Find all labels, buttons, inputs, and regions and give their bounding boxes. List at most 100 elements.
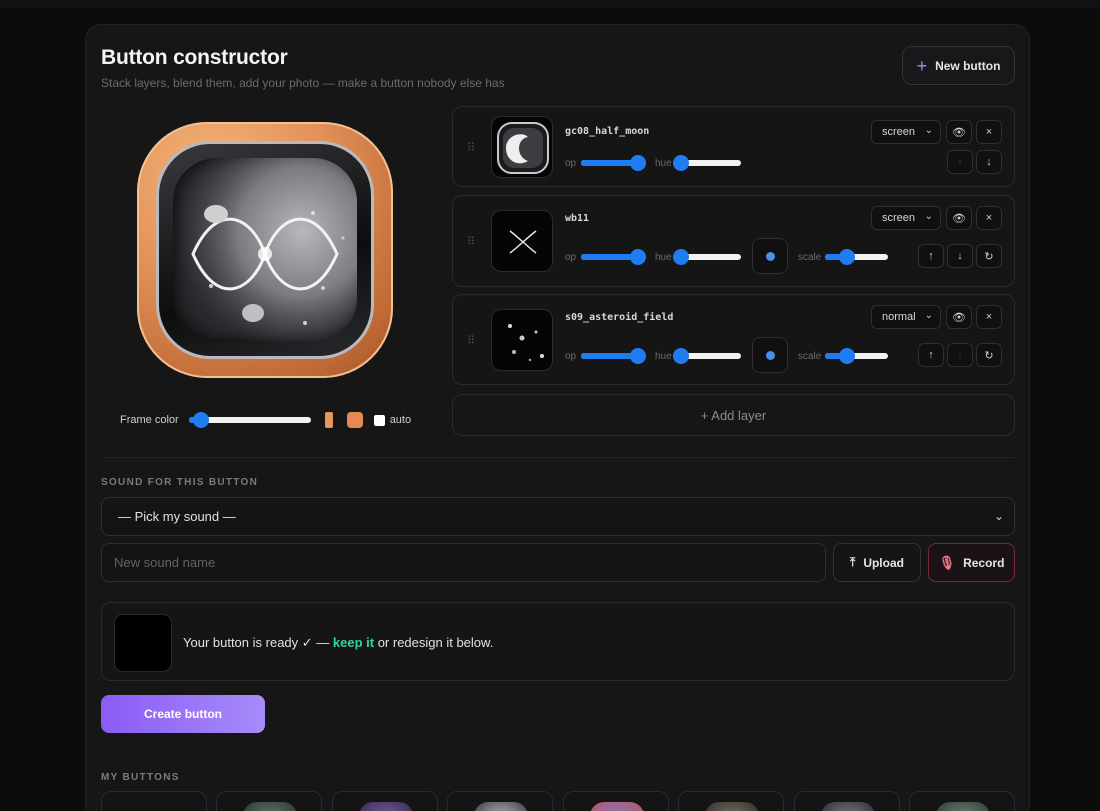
blend-mode-value: screen — [882, 126, 916, 138]
add-layer-button[interactable]: + Add layer — [452, 394, 1015, 436]
create-button[interactable]: Create button — [101, 695, 265, 733]
microphone-icon: 🎙 — [938, 554, 956, 570]
hue-label: hue — [655, 252, 672, 263]
remove-layer-button[interactable]: × — [976, 120, 1002, 144]
move-up-button[interactable]: ↑ — [918, 343, 944, 367]
move-down-button[interactable]: ↓ — [976, 150, 1002, 174]
hue-slider-thumb[interactable] — [673, 155, 690, 171]
saved-button-thumbnail[interactable] — [794, 791, 900, 811]
tint-color-picker[interactable] — [752, 337, 788, 373]
layer-name: s09_asteroid_field — [565, 312, 674, 323]
opacity-slider-thumb[interactable] — [629, 348, 646, 364]
saved-button-thumbnail[interactable] — [216, 791, 322, 811]
saved-button-thumbnail[interactable] — [909, 791, 1015, 811]
sound-name-input[interactable]: New sound name — [101, 543, 826, 582]
hue-slider[interactable] — [673, 155, 741, 171]
chevron-down-icon: ⌄ — [993, 509, 1004, 523]
frame-color-picker[interactable] — [346, 412, 363, 428]
opacity-slider[interactable] — [581, 249, 646, 265]
layer-thumbnail — [491, 309, 553, 371]
opacity-label: op — [565, 252, 577, 263]
sound-name-placeholder: New sound name — [114, 555, 216, 570]
ready-button-thumbnail[interactable] — [114, 614, 172, 672]
reset-layer-button[interactable]: ↻ — [976, 343, 1002, 367]
blend-mode-select[interactable]: normal ⌄ — [871, 305, 941, 329]
saved-button-thumbnail[interactable] — [447, 791, 553, 811]
hue-label: hue — [655, 158, 672, 169]
preview-artwork — [173, 158, 357, 342]
reset-layer-button[interactable]: ↻ — [976, 244, 1002, 268]
visibility-toggle[interactable]: 👁 — [946, 120, 972, 144]
ready-suffix: or redesign it below. — [374, 635, 494, 650]
close-icon: × — [985, 126, 993, 138]
opacity-slider-thumb[interactable] — [629, 155, 646, 171]
button-frame — [137, 122, 393, 378]
ready-message: Your button is ready ✓ — keep it or rede… — [183, 635, 493, 651]
blend-mode-value: normal — [882, 311, 916, 323]
hue-slider[interactable] — [673, 249, 741, 265]
button-bezel — [156, 141, 374, 359]
opacity-slider[interactable] — [581, 348, 646, 364]
window-top-strip — [0, 0, 1100, 8]
scale-slider-thumb[interactable] — [839, 348, 856, 364]
eye-icon: 👁 — [952, 126, 966, 139]
upload-icon: ⤒ — [850, 555, 856, 569]
layer-name: gc08_half_moon — [565, 126, 650, 137]
auto-checkbox[interactable] — [373, 414, 385, 426]
keep-it-link[interactable]: keep it — [333, 635, 374, 650]
layer-name: wb11 — [565, 213, 590, 224]
record-label: Record — [963, 555, 1005, 570]
opacity-slider-thumb[interactable] — [629, 249, 646, 265]
drag-handle-icon[interactable]: ⠿ — [467, 141, 475, 154]
sound-section-label: SOUND FOR THIS BUTTON — [101, 477, 259, 488]
layer-thumbnail — [491, 116, 553, 178]
ready-card: Your button is ready ✓ — keep it or rede… — [101, 602, 1015, 681]
reset-icon: ↻ — [984, 250, 994, 263]
hue-slider[interactable] — [673, 348, 741, 364]
scale-slider[interactable] — [825, 249, 888, 265]
drag-handle-icon[interactable]: ⠿ — [467, 235, 475, 248]
frame-color-label: Frame color — [120, 414, 179, 426]
opacity-slider[interactable] — [581, 155, 646, 171]
saved-button-thumbnail[interactable] — [332, 791, 438, 811]
page-subtitle: Stack layers, blend them, add your photo… — [101, 76, 505, 90]
chevron-down-icon: ⌄ — [924, 125, 933, 136]
move-up-button[interactable]: ↑ — [947, 150, 973, 174]
remove-layer-button[interactable]: × — [976, 305, 1002, 329]
move-up-button[interactable]: ↑ — [918, 244, 944, 268]
opacity-label: op — [565, 351, 577, 362]
eye-icon: 👁 — [952, 311, 966, 324]
saved-button-thumbnail[interactable] — [563, 791, 669, 811]
saved-button-thumbnail[interactable] — [678, 791, 784, 811]
move-down-button[interactable]: ↓ — [947, 244, 973, 268]
remove-layer-button[interactable]: × — [976, 206, 1002, 230]
scale-slider-thumb[interactable] — [839, 249, 856, 265]
record-button[interactable]: 🎙 Record — [928, 543, 1015, 582]
scale-slider[interactable] — [825, 348, 888, 364]
tint-color-picker[interactable] — [752, 238, 788, 274]
blend-mode-select[interactable]: screen ⌄ — [871, 206, 941, 230]
arrow-down-icon: ↓ — [986, 156, 992, 168]
eye-icon: 👁 — [952, 212, 966, 225]
blend-mode-select[interactable]: screen ⌄ — [871, 120, 941, 144]
move-down-button[interactable]: ↓ — [947, 343, 973, 367]
new-button[interactable]: + New button — [902, 46, 1015, 85]
frame-hue-slider[interactable] — [188, 412, 311, 428]
hue-slider-thumb[interactable] — [673, 249, 690, 265]
layer-card: ⠿ wb11 op hue scale screen ⌄ 👁 × ↑ ↓ ↻ — [452, 195, 1015, 287]
visibility-toggle[interactable]: 👁 — [946, 206, 972, 230]
hue-label: hue — [655, 351, 672, 362]
frame-color-row: Frame color auto — [120, 410, 411, 430]
drag-handle-icon[interactable]: ⠿ — [467, 334, 475, 347]
sound-select[interactable]: — Pick my sound — ⌄ — [101, 497, 1015, 536]
layer-card: ⠿ s09_asteroid_field op hue scale normal… — [452, 294, 1015, 385]
upload-label: Upload — [863, 555, 904, 570]
upload-button[interactable]: ⤒ Upload — [833, 543, 921, 582]
hue-slider-thumb[interactable] — [673, 348, 690, 364]
saved-button-thumbnail[interactable] — [101, 791, 207, 811]
arrow-up-icon: ↑ — [928, 250, 934, 262]
sound-select-value: — Pick my sound — — [118, 509, 236, 524]
frame-hue-slider-thumb[interactable] — [192, 412, 209, 428]
arrow-up-icon: ↑ — [928, 349, 934, 361]
visibility-toggle[interactable]: 👁 — [946, 305, 972, 329]
